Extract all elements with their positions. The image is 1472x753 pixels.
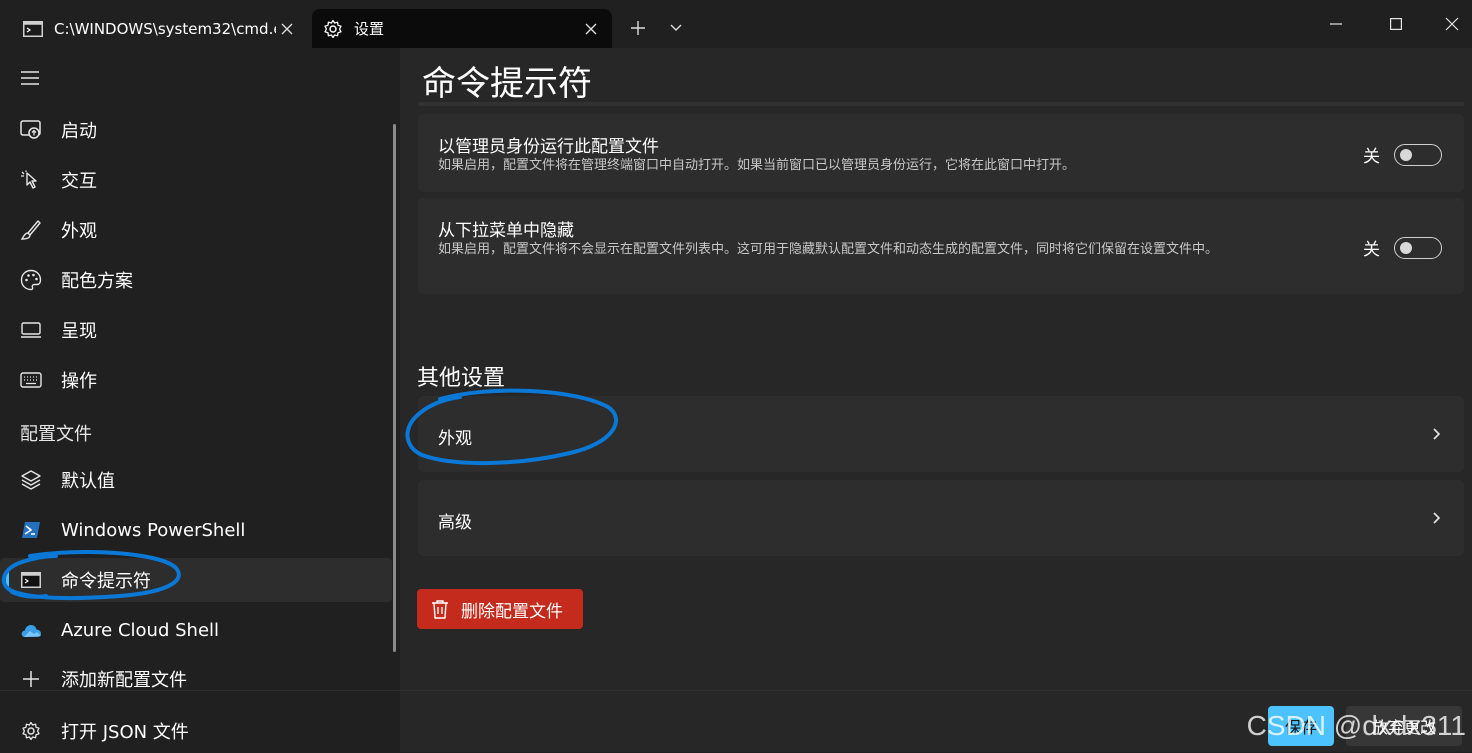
- tab-label: 设置: [354, 20, 385, 38]
- sidebar-item-label: Windows PowerShell: [61, 519, 246, 541]
- delete-profile-label: 删除配置文件: [461, 601, 563, 622]
- monitor-icon: [20, 319, 42, 341]
- sidebar-item-startup[interactable]: 启动: [0, 108, 392, 152]
- sidebar-item-label: 添加新配置文件: [61, 670, 187, 691]
- sidebar-scrollbar[interactable]: [393, 124, 396, 652]
- delete-profile-button[interactable]: 删除配置文件: [417, 589, 583, 629]
- setting-description: 如果启用，配置文件将在管理终端窗口中自动打开。如果当前窗口已以管理员身份运行，它…: [438, 158, 1076, 173]
- sidebar-item-defaults[interactable]: 默认值: [0, 458, 392, 502]
- hide-from-dropdown-toggle[interactable]: [1394, 236, 1442, 259]
- main-content: 命令提示符 以管理员身份运行此配置文件 如果启用，配置文件将在管理终端窗口中自动…: [400, 48, 1472, 752]
- setting-title: 从下拉菜单中隐藏: [438, 221, 574, 241]
- save-button[interactable]: 保存: [1268, 706, 1334, 746]
- selection-indicator: [6, 571, 9, 589]
- sidebar-item-interaction[interactable]: 交互: [0, 158, 392, 202]
- sidebar-item-label: 配色方案: [61, 271, 133, 292]
- toggle-knob: [1400, 241, 1412, 254]
- other-settings-title: 其他设置: [417, 366, 506, 391]
- tab-cmd[interactable]: C:\WINDOWS\system32\cmd.exe: [12, 9, 308, 48]
- palette-icon: [20, 269, 42, 291]
- azure-cloud-icon: [20, 619, 42, 641]
- sidebar-item-azure-cloud-shell[interactable]: Azure Cloud Shell: [0, 608, 392, 652]
- sidebar-item-command-prompt[interactable]: 命令提示符: [0, 558, 392, 602]
- minimize-button[interactable]: [1316, 6, 1356, 42]
- sidebar-item-label: 操作: [61, 371, 97, 392]
- sidebar-item-rendering[interactable]: 呈现: [0, 308, 392, 352]
- interaction-icon: [20, 169, 42, 191]
- chevron-down-icon[interactable]: [662, 14, 690, 42]
- sidebar-item-open-json[interactable]: 打开 JSON 文件: [0, 709, 392, 753]
- profiles-section-header: 配置文件: [20, 424, 92, 445]
- discard-changes-button[interactable]: 放弃更改: [1346, 706, 1462, 746]
- sidebar-item-add-profile[interactable]: 添加新配置文件: [0, 657, 392, 701]
- divider: [400, 690, 1472, 691]
- brush-icon: [20, 219, 42, 241]
- tab-settings[interactable]: 设置: [312, 9, 612, 48]
- sidebar-item-label: 命令提示符: [61, 571, 151, 592]
- sidebar-item-label: 默认值: [61, 471, 115, 492]
- sidebar-item-label: 交互: [61, 171, 97, 192]
- sidebar: 启动 交互 外观 配色方案 呈现 操作 配置文件 默认值 Windows Pow…: [0, 48, 400, 752]
- run-as-admin-toggle[interactable]: [1394, 143, 1442, 166]
- chevron-right-icon: [1432, 510, 1446, 526]
- new-tab-button[interactable]: [624, 14, 652, 42]
- page-title: 命令提示符: [422, 64, 592, 104]
- setting-title: 以管理员身份运行此配置文件: [438, 137, 659, 157]
- setting-description: 如果启用，配置文件将不会显示在配置文件列表中。这可用于隐藏默认配置文件和动态生成…: [438, 242, 1219, 257]
- startup-icon: [20, 119, 42, 141]
- close-icon[interactable]: [276, 18, 298, 40]
- gear-icon: [20, 720, 42, 742]
- nav-card-label: 外观: [438, 429, 472, 449]
- powershell-icon: [20, 519, 42, 541]
- setting-card-hide-from-dropdown: 从下拉菜单中隐藏 如果启用，配置文件将不会显示在配置文件列表中。这可用于隐藏默认…: [418, 198, 1464, 294]
- nav-card-advanced[interactable]: 高级: [418, 480, 1464, 556]
- toggle-state-label: 关: [1363, 240, 1380, 260]
- close-icon[interactable]: [580, 18, 602, 40]
- keyboard-icon: [20, 369, 42, 391]
- close-window-button[interactable]: [1432, 6, 1472, 42]
- trash-icon: [431, 599, 451, 619]
- sidebar-item-powershell[interactable]: Windows PowerShell: [0, 508, 392, 552]
- maximize-button[interactable]: [1376, 6, 1416, 42]
- divider: [0, 690, 400, 691]
- sidebar-item-label: 启动: [61, 121, 97, 142]
- sidebar-item-color-schemes[interactable]: 配色方案: [0, 258, 392, 302]
- layers-icon: [20, 469, 42, 491]
- tab-label: C:\WINDOWS\system32\cmd.exe: [54, 19, 276, 38]
- sidebar-item-label: 呈现: [61, 321, 97, 342]
- toggle-group: 关: [1363, 235, 1442, 260]
- setting-card-run-as-admin: 以管理员身份运行此配置文件 如果启用，配置文件将在管理终端窗口中自动打开。如果当…: [418, 114, 1464, 192]
- toggle-state-label: 关: [1363, 147, 1380, 167]
- terminal-icon: [22, 18, 44, 40]
- plus-icon: [20, 668, 42, 690]
- chevron-right-icon: [1432, 426, 1446, 442]
- hamburger-menu-icon[interactable]: [20, 70, 42, 90]
- cmd-icon: [20, 569, 42, 591]
- toggle-knob: [1400, 148, 1412, 161]
- sidebar-item-appearance[interactable]: 外观: [0, 208, 392, 252]
- nav-card-appearance[interactable]: 外观: [418, 396, 1464, 472]
- toggle-group: 关: [1363, 142, 1442, 167]
- nav-card-label: 高级: [438, 513, 472, 533]
- gear-icon: [322, 18, 344, 40]
- sidebar-item-actions[interactable]: 操作: [0, 358, 392, 402]
- sidebar-item-label: 打开 JSON 文件: [61, 722, 189, 743]
- divider: [418, 102, 1464, 106]
- sidebar-item-label: 外观: [61, 221, 97, 242]
- sidebar-item-label: Azure Cloud Shell: [61, 619, 220, 641]
- title-bar: C:\WINDOWS\system32\cmd.exe 设置: [0, 0, 1472, 48]
